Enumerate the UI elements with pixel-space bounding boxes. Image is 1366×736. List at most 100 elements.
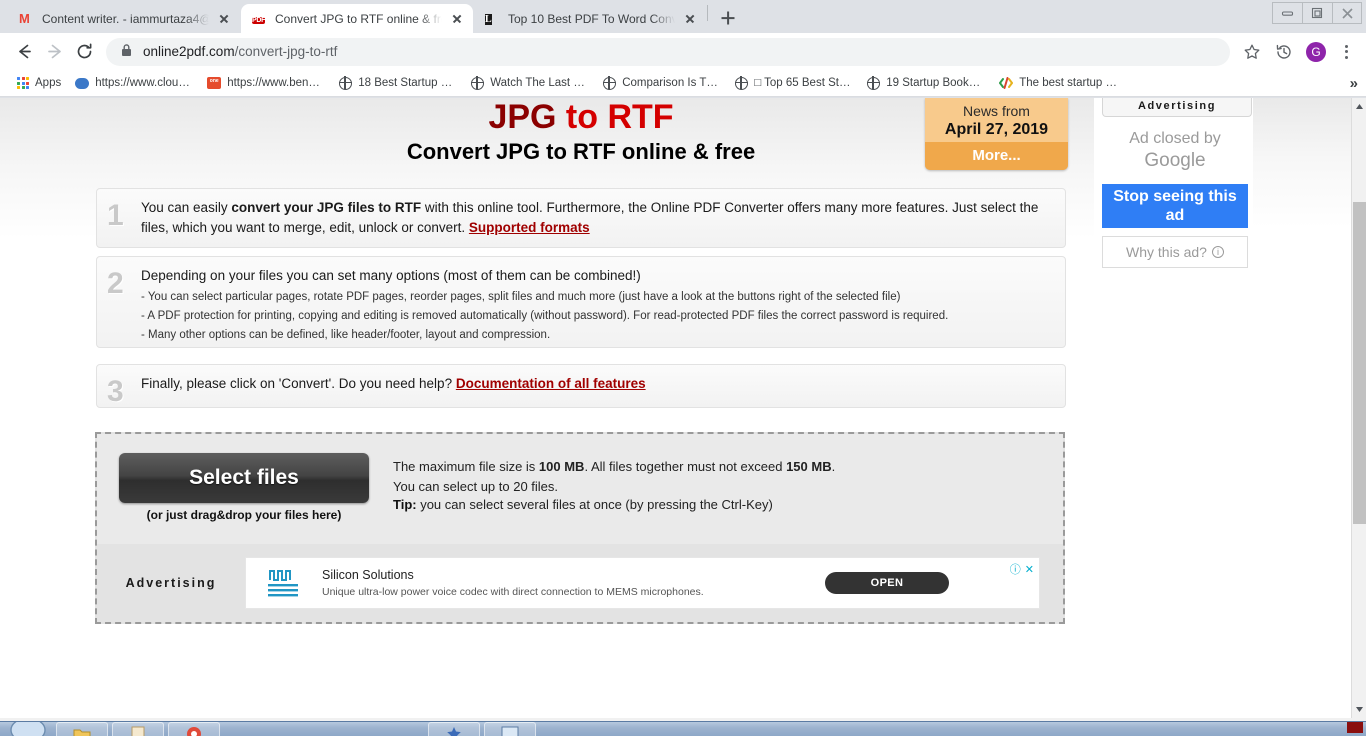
tip-text: you can select several files at once (by… [416,497,773,512]
tab-close-icon[interactable] [449,11,465,27]
tab-title: Content writer. - iammurtaza4@g [42,11,209,26]
bookmark-label: The best startup bo... [1019,77,1118,89]
globe-icon [734,76,749,90]
taskbar-item-3[interactable] [168,722,220,736]
folder-icon [73,726,91,736]
scroll-up-arrow-icon[interactable] [1352,98,1366,115]
close-icon[interactable]: ✕ [1025,563,1034,576]
bookmark-label: https://www.benzin... [227,77,326,89]
inner-ad-title: Silicon Solutions [322,568,414,582]
inner-ad-banner[interactable]: Silicon Solutions Unique ultra-low power… [245,557,1040,609]
browser-tab-3[interactable]: L Top 10 Best PDF To Word Conve [474,4,706,33]
step-number: 2 [107,267,124,300]
supported-formats-link[interactable]: Supported formats [469,220,590,235]
forward-arrow-icon[interactable] [40,38,68,66]
news-more-button[interactable]: More... [925,142,1068,170]
page-viewport: JPG to RTF Convert JPG to RTF online & f… [0,98,1366,718]
scroll-down-arrow-icon[interactable] [1352,701,1366,718]
taskbar-item-4[interactable] [428,722,480,736]
news-date: April 27, 2019 [944,121,1049,138]
star-icon[interactable] [1238,38,1266,66]
file-drop-zone[interactable]: Select files (or just drag&drop your fil… [95,432,1065,624]
ad-closed-message: Ad closed by Google [1102,128,1248,173]
minimize-icon[interactable] [1272,2,1302,24]
inner-ad-controls: ⓘ ✕ [1010,561,1034,577]
history-icon[interactable] [1270,38,1298,66]
windows-taskbar [0,721,1366,736]
back-arrow-icon[interactable] [10,38,38,66]
new-tab-button[interactable] [714,4,742,32]
page-title-part1: JPG [488,98,557,136]
step2-bullet-1: - You can select particular pages, rotat… [141,290,901,303]
kebab-menu-icon[interactable] [1334,39,1358,65]
why-this-ad-button[interactable]: Why this ad? i [1102,236,1248,268]
bookmark-item-1[interactable]: https://www.cloud... [68,74,200,92]
page-content: JPG to RTF Convert JPG to RTF online & f… [0,98,1253,718]
step-1: 1 You can easily convert your JPG files … [96,188,1066,248]
bookmarks-overflow-icon[interactable]: » [1350,75,1358,92]
window-icon [501,726,519,736]
page-title: JPG to RTF [96,98,1066,136]
browser-window: M Content writer. - iammurtaza4@g PDF Co… [0,0,1366,736]
step-text: Depending on your files you can set many… [141,266,1053,341]
file-tip: Tip: you can select several files at onc… [393,497,773,512]
tip-label: Tip: [393,497,417,512]
start-button[interactable] [4,722,52,736]
bookmark-item-8[interactable]: The best startup bo... [992,73,1124,93]
inner-ad-open-button[interactable]: OPEN [825,572,949,594]
taskbar-item-2[interactable] [112,722,164,736]
browser-tab-2[interactable]: PDF Convert JPG to RTF online & free [241,4,473,33]
bookmark-item-5[interactable]: Comparison Is The... [596,74,728,93]
cloud-icon [75,77,90,89]
info-icon: i [1211,246,1224,258]
restore-icon[interactable] [1302,2,1332,24]
browser-tab-1[interactable]: M Content writer. - iammurtaza4@g [8,4,240,33]
bookmark-label: □ Top 65 Best Start... [754,77,854,89]
step2-heading: Depending on your files you can set many… [141,268,641,283]
bookmark-apps[interactable]: Apps [10,74,68,92]
dragdrop-hint: (or just drag&drop your files here) [146,508,342,522]
bookmark-item-6[interactable]: □ Top 65 Best Start... [728,74,860,93]
page-scrollbar[interactable] [1351,98,1366,718]
close-icon[interactable] [1332,2,1362,24]
bookmark-item-7[interactable]: 19 Startup Books E... [860,74,992,93]
step1-text-a: You can easily [141,200,232,215]
news-box[interactable]: News from April 27, 2019 More... [925,98,1068,170]
document-icon [130,726,146,736]
address-bar[interactable]: online2pdf.com/convert-jpg-to-rtf [106,37,1230,66]
bookmark-item-4[interactable]: Watch The Last of t... [464,74,596,93]
step-text: Finally, please click on 'Convert'. Do y… [141,374,1053,398]
info-icon[interactable]: ⓘ [1010,561,1021,577]
avatar[interactable]: G [1302,38,1330,66]
stop-seeing-ad-button[interactable]: Stop seeing this ad [1102,184,1248,228]
one-icon [207,77,222,89]
silicon-waveform-icon [264,566,308,600]
url-text: online2pdf.com/convert-jpg-to-rtf [143,44,337,59]
bookmark-item-3[interactable]: 18 Best Startup Boo... [332,74,464,93]
tab-title: Top 10 Best PDF To Word Conve [508,11,675,26]
web-page: JPG to RTF Convert JPG to RTF online & f… [0,98,1351,718]
step-text: You can easily convert your JPG files to… [141,198,1053,238]
tab-close-icon[interactable] [682,11,698,27]
taskbar-item-5[interactable] [484,722,536,736]
right-ad-label: Advertising [1102,98,1252,117]
gmail-icon: M [19,10,30,26]
why-this-ad-label: Why this ad? [1126,244,1207,260]
taskbar-item-1[interactable] [56,722,108,736]
tab-close-icon[interactable] [216,11,232,27]
news-label: News from [963,103,1030,119]
bookmark-item-2[interactable]: https://www.benzin... [200,74,332,92]
browser-toolbar: online2pdf.com/convert-jpg-to-rtf G [0,33,1366,70]
documentation-link[interactable]: Documentation of all features [456,376,646,391]
scrollbar-thumb[interactable] [1353,202,1366,524]
tab-separator [707,5,708,21]
window-controls [1272,2,1362,24]
inner-ad-text: Silicon Solutions Unique ultra-low power… [322,567,811,599]
file-select-area: Select files (or just drag&drop your fil… [97,434,1063,544]
reload-icon[interactable] [70,38,98,66]
page-subtitle: Convert JPG to RTF online & free [406,139,756,164]
bookmark-label: Watch The Last of t... [490,77,590,89]
apps-grid-icon [17,77,29,89]
select-files-button[interactable]: Select files [119,453,369,503]
total-file-size: 150 MB [786,459,832,474]
